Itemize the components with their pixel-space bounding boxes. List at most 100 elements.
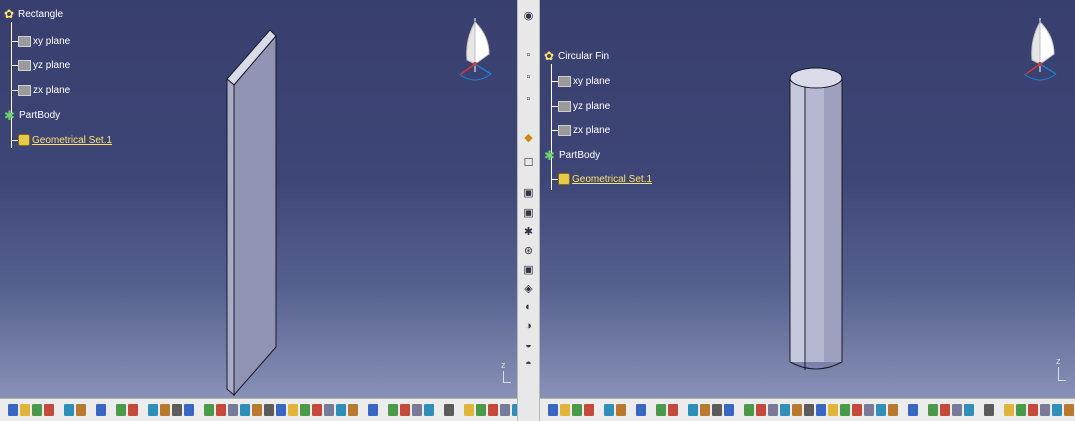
circular-fin-solid[interactable] xyxy=(788,66,848,372)
toolbar-tool-icon[interactable] xyxy=(1040,404,1050,416)
toolbar-tool-icon[interactable] xyxy=(876,404,886,416)
toolbar-tool-icon[interactable] xyxy=(804,404,814,416)
tree-yz-plane[interactable]: yz plane xyxy=(558,101,610,112)
tool-icon[interactable]: ◆ xyxy=(521,130,536,144)
toolbar-tool-icon[interactable] xyxy=(44,404,54,416)
tool-icon[interactable]: ▫ xyxy=(521,48,536,62)
tree-yz-plane[interactable]: yz plane xyxy=(18,60,70,71)
toolbar-tool-icon[interactable] xyxy=(940,404,950,416)
toolbar-tool-icon[interactable] xyxy=(348,404,358,416)
tool-icon[interactable]: ◓ xyxy=(521,357,536,371)
toolbar-tool-icon[interactable] xyxy=(488,404,498,416)
viewport-right[interactable]: ✿ Circular Fin xy plane yz plane zx plan… xyxy=(540,0,1075,398)
toolbar-tool-icon[interactable] xyxy=(444,404,454,416)
tool-icon[interactable]: ▣ xyxy=(521,262,536,276)
toolbar-tool-icon[interactable] xyxy=(756,404,766,416)
toolbar-tool-icon[interactable] xyxy=(688,404,698,416)
toolbar-tool-icon[interactable] xyxy=(604,404,614,416)
compass-icon[interactable] xyxy=(455,14,495,86)
toolbar-tool-icon[interactable] xyxy=(560,404,570,416)
toolbar-tool-icon[interactable] xyxy=(584,404,594,416)
toolbar-tool-icon[interactable] xyxy=(840,404,850,416)
toolbar-tool-icon[interactable] xyxy=(96,404,106,416)
toolbar-tool-icon[interactable] xyxy=(700,404,710,416)
toolbar-tool-icon[interactable] xyxy=(76,404,86,416)
toolbar-tool-icon[interactable] xyxy=(276,404,286,416)
toolbar-tool-icon[interactable] xyxy=(116,404,126,416)
toolbar-tool-icon[interactable] xyxy=(1016,404,1026,416)
tool-icon[interactable]: ◉ xyxy=(521,8,536,22)
toolbar-tool-icon[interactable] xyxy=(712,404,722,416)
tool-icon[interactable]: ◑ xyxy=(521,319,536,333)
toolbar-tool-icon[interactable] xyxy=(792,404,802,416)
tree-xy-plane[interactable]: xy plane xyxy=(558,76,610,87)
tree-geometrical-set[interactable]: Geometrical Set.1 xyxy=(558,173,652,185)
toolbar-tool-icon[interactable] xyxy=(388,404,398,416)
tool-icon[interactable]: ✱ xyxy=(521,224,536,238)
tool-icon[interactable]: ▣ xyxy=(521,185,536,199)
toolbar-tool-icon[interactable] xyxy=(148,404,158,416)
toolbar-tool-icon[interactable] xyxy=(8,404,18,416)
toolbar-tool-icon[interactable] xyxy=(252,404,262,416)
compass-icon[interactable] xyxy=(1020,14,1060,86)
toolbar-tool-icon[interactable] xyxy=(1028,404,1038,416)
toolbar-tool-icon[interactable] xyxy=(952,404,962,416)
toolbar-tool-icon[interactable] xyxy=(616,404,626,416)
tool-icon[interactable]: ◐ xyxy=(521,300,536,314)
toolbar-tool-icon[interactable] xyxy=(20,404,30,416)
toolbar-tool-icon[interactable] xyxy=(424,404,434,416)
toolbar-tool-icon[interactable] xyxy=(228,404,238,416)
toolbar-tool-icon[interactable] xyxy=(216,404,226,416)
tool-icon[interactable]: ☐ xyxy=(521,155,536,169)
toolbar-tool-icon[interactable] xyxy=(464,404,474,416)
toolbar-tool-icon[interactable] xyxy=(928,404,938,416)
toolbar-tool-icon[interactable] xyxy=(400,404,410,416)
tool-icon[interactable]: ◒ xyxy=(521,338,536,352)
toolbar-tool-icon[interactable] xyxy=(324,404,334,416)
tree-geometrical-set[interactable]: Geometrical Set.1 xyxy=(18,134,112,146)
tree-root-node[interactable]: ✿ Circular Fin xyxy=(544,50,609,62)
tree-zx-plane[interactable]: zx plane xyxy=(558,125,610,136)
viewport-left[interactable]: ✿ Rectangle xy plane yz plane zx plane ✱… xyxy=(0,0,517,398)
toolbar-tool-icon[interactable] xyxy=(816,404,826,416)
toolbar-tool-icon[interactable] xyxy=(1004,404,1014,416)
toolbar-tool-icon[interactable] xyxy=(572,404,582,416)
toolbar-tool-icon[interactable] xyxy=(264,404,274,416)
toolbar-tool-icon[interactable] xyxy=(368,404,378,416)
toolbar-tool-icon[interactable] xyxy=(184,404,194,416)
tool-icon[interactable]: ▣ xyxy=(521,205,536,219)
tool-icon[interactable]: ◈ xyxy=(521,281,536,295)
tool-icon[interactable]: ▫ xyxy=(521,92,536,106)
tree-partbody[interactable]: ✱ PartBody xyxy=(544,149,600,162)
toolbar-tool-icon[interactable] xyxy=(656,404,666,416)
toolbar-tool-icon[interactable] xyxy=(312,404,322,416)
toolbar-tool-icon[interactable] xyxy=(64,404,74,416)
toolbar-tool-icon[interactable] xyxy=(548,404,558,416)
toolbar-tool-icon[interactable] xyxy=(668,404,678,416)
toolbar-tool-icon[interactable] xyxy=(864,404,874,416)
toolbar-tool-icon[interactable] xyxy=(1052,404,1062,416)
toolbar-tool-icon[interactable] xyxy=(744,404,754,416)
toolbar-tool-icon[interactable] xyxy=(160,404,170,416)
toolbar-tool-icon[interactable] xyxy=(336,404,346,416)
toolbar-tool-icon[interactable] xyxy=(852,404,862,416)
toolbar-tool-icon[interactable] xyxy=(780,404,790,416)
toolbar-tool-icon[interactable] xyxy=(172,404,182,416)
toolbar-tool-icon[interactable] xyxy=(908,404,918,416)
tool-icon[interactable]: ▫ xyxy=(521,70,536,84)
toolbar-tool-icon[interactable] xyxy=(984,404,994,416)
tree-partbody[interactable]: ✱ PartBody xyxy=(4,109,60,122)
toolbar-tool-icon[interactable] xyxy=(964,404,974,416)
toolbar-tool-icon[interactable] xyxy=(476,404,486,416)
tree-xy-plane[interactable]: xy plane xyxy=(18,36,70,47)
tool-icon[interactable]: ⊛ xyxy=(521,243,536,257)
toolbar-tool-icon[interactable] xyxy=(828,404,838,416)
rectangle-fin-solid[interactable] xyxy=(220,25,280,397)
toolbar-tool-icon[interactable] xyxy=(128,404,138,416)
toolbar-tool-icon[interactable] xyxy=(888,404,898,416)
tree-root-node[interactable]: ✿ Rectangle xyxy=(4,8,63,20)
toolbar-tool-icon[interactable] xyxy=(724,404,734,416)
toolbar-tool-icon[interactable] xyxy=(512,404,517,416)
toolbar-tool-icon[interactable] xyxy=(300,404,310,416)
toolbar-tool-icon[interactable] xyxy=(636,404,646,416)
